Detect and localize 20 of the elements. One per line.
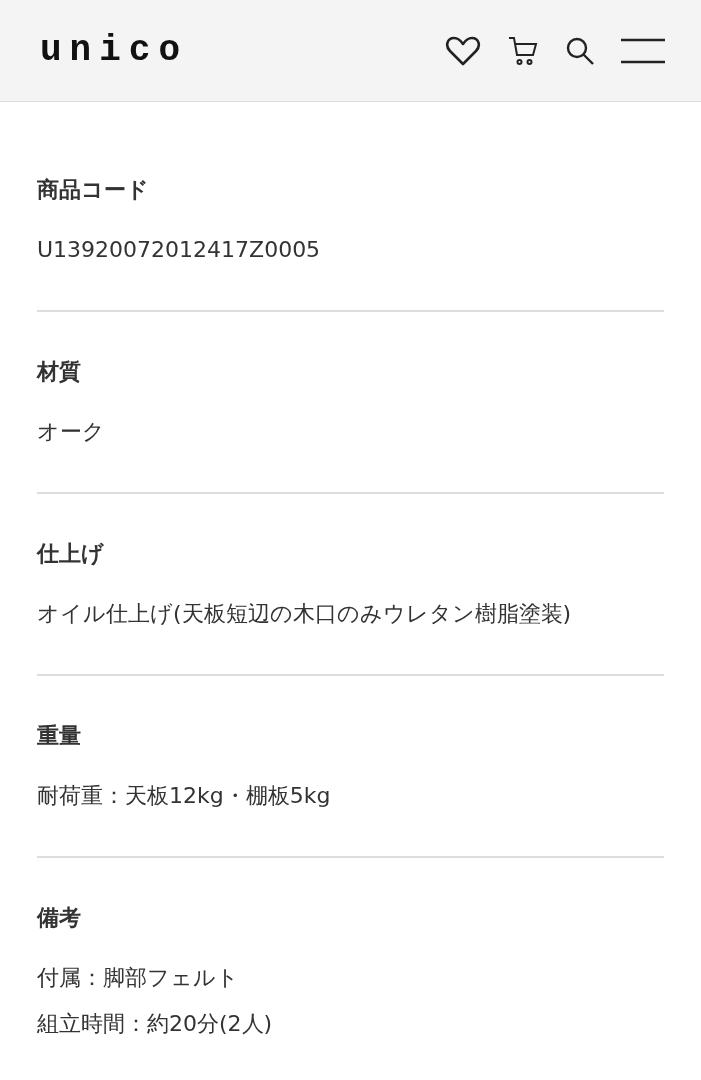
search-button[interactable] xyxy=(565,35,595,66)
spec-value: オーク xyxy=(37,418,106,446)
spec-label: 重量 xyxy=(37,722,82,750)
menu-button[interactable] xyxy=(621,37,665,64)
cart-icon xyxy=(507,34,539,67)
heart-icon xyxy=(445,34,481,67)
favorite-button[interactable] xyxy=(445,34,481,67)
search-icon xyxy=(565,35,595,66)
spec-value: 付属：脚部フェルト xyxy=(37,964,240,992)
spec-value: オイル仕上げ(天板短辺の木口のみウレタン樹脂塗装) xyxy=(37,600,573,628)
spec-value: 耐荷重：天板12kg・棚板5kg xyxy=(37,782,332,810)
spec-value: 組立時間：約20分(2人) xyxy=(37,1010,274,1038)
cart-button[interactable] xyxy=(507,34,539,67)
menu-icon xyxy=(621,37,665,64)
spec-label: 材質 xyxy=(37,358,82,386)
spec-label: 商品コード xyxy=(37,176,150,204)
spec-label: 備考 xyxy=(37,904,82,932)
spec-label: 仕上げ xyxy=(37,540,105,568)
spec-value: U13920072012417Z0005 xyxy=(37,236,322,264)
logo[interactable]: unico xyxy=(40,30,189,71)
